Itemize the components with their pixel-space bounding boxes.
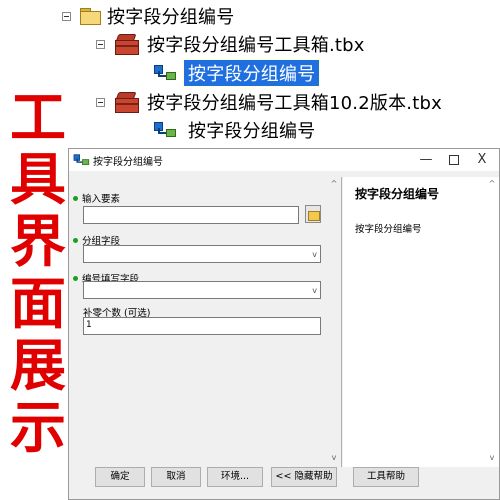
toolbox-label: 按字段分组编号工具箱.tbx <box>147 35 365 56</box>
open-folder-icon <box>308 211 320 221</box>
tree-tool-row-selected[interactable]: 按字段分组编号 <box>152 59 321 87</box>
dialog-titlebar[interactable]: 按字段分组编号 — X <box>69 149 499 171</box>
tool-dialog: 按字段分组编号 — X 输入要素 分组字段 v 编号填写字段 v 补零个数 (可 <box>68 148 500 500</box>
hide-help-button[interactable]: << 隐藏帮助 <box>271 467 337 487</box>
maximize-icon <box>449 155 459 165</box>
collapse-toggle[interactable] <box>62 11 71 21</box>
input-features-field[interactable] <box>83 206 299 224</box>
toolbox-label: 按字段分组编号工具箱10.2版本.tbx <box>147 93 442 114</box>
tool-label-selected: 按字段分组编号 <box>182 59 321 87</box>
tool-label: 按字段分组编号 <box>188 121 316 142</box>
environments-button[interactable]: 环境... <box>207 467 263 487</box>
tool-help-button[interactable]: 工具帮助 <box>353 467 419 487</box>
close-button[interactable]: X <box>471 151 493 169</box>
toolbox-icon <box>113 91 141 113</box>
help-title: 按字段分组编号 <box>355 187 440 201</box>
scroll-up-icon[interactable]: ^ <box>329 179 339 188</box>
tree-tool-row[interactable]: 按字段分组编号 <box>152 117 315 143</box>
required-dot-icon <box>73 195 78 201</box>
browse-button[interactable] <box>305 205 321 223</box>
cancel-button[interactable]: 取消 <box>151 467 201 487</box>
dialog-title: 按字段分组编号 <box>93 156 163 168</box>
scroll-down-icon[interactable]: v <box>487 453 497 462</box>
collapse-toggle[interactable] <box>96 97 105 107</box>
tree-toolbox-row[interactable]: 按字段分组编号工具箱10.2版本.tbx <box>96 89 442 115</box>
chevron-down-icon: v <box>312 250 317 259</box>
toolbox-icon <box>113 33 141 55</box>
maximize-button[interactable] <box>443 151 465 169</box>
scroll-down-icon[interactable]: v <box>329 453 339 462</box>
collapse-toggle[interactable] <box>96 39 105 49</box>
script-tool-icon <box>72 153 90 167</box>
folder-icon <box>79 8 101 25</box>
label-text: 输入要素 <box>82 194 121 205</box>
folder-label: 按字段分组编号 <box>107 7 235 28</box>
script-tool-icon <box>152 63 178 83</box>
script-tool-icon <box>152 120 178 140</box>
required-dot-icon <box>73 237 78 243</box>
caption-text: 工具界面展示 <box>10 86 66 461</box>
minimize-button[interactable]: — <box>415 151 437 169</box>
required-dot-icon <box>73 275 78 281</box>
ok-button[interactable]: 确定 <box>95 467 145 487</box>
tree-toolbox-row[interactable]: 按字段分组编号工具箱.tbx <box>96 31 365 57</box>
pad-zeros-input[interactable]: 1 <box>83 317 321 335</box>
group-field-select[interactable]: v <box>83 245 321 263</box>
tree-folder-row[interactable]: 按字段分组编号 <box>62 3 234 29</box>
parameters-pane: 输入要素 分组字段 v 编号填写字段 v 补零个数 (可选) 1 ^ v <box>69 177 342 467</box>
input-features-label: 输入要素 <box>73 191 120 205</box>
scroll-up-icon[interactable]: ^ <box>487 179 497 188</box>
chevron-down-icon: v <box>312 286 317 295</box>
number-field-select[interactable]: v <box>83 281 321 299</box>
help-pane: 按字段分组编号 按字段分组编号 ^ v <box>343 177 499 467</box>
help-text: 按字段分组编号 <box>355 224 422 235</box>
